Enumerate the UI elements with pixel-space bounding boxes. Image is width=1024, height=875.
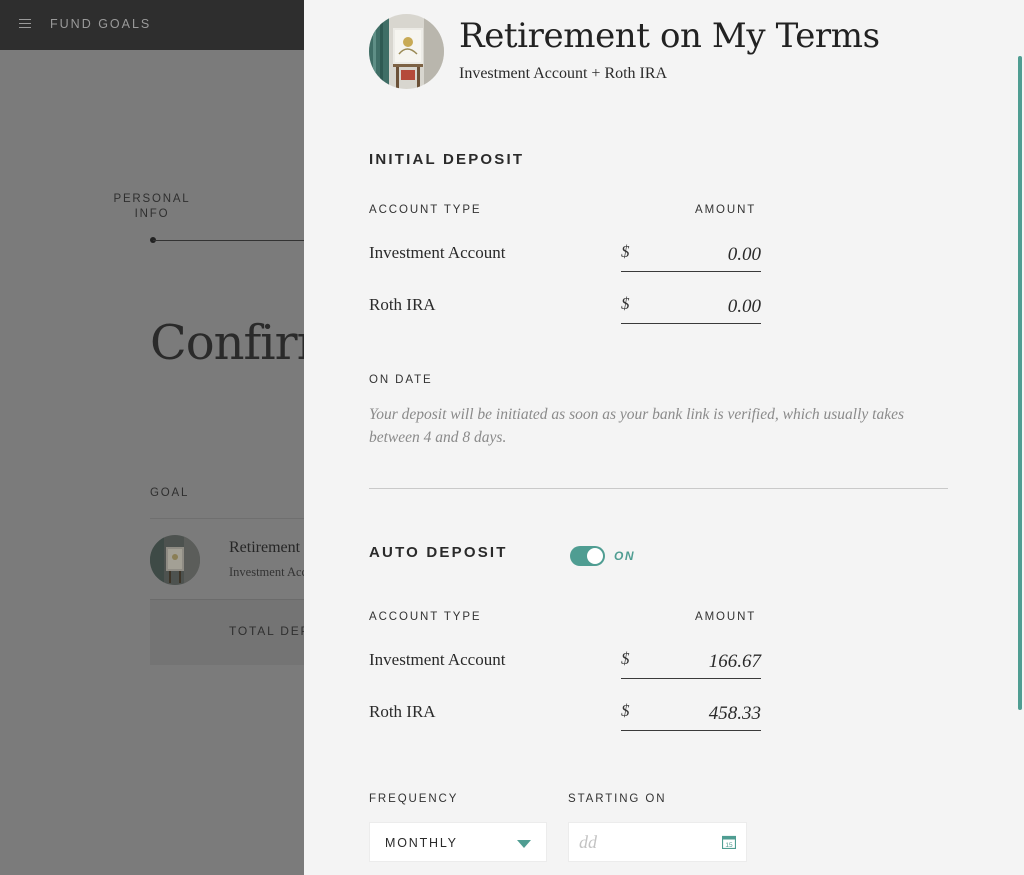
auto-roth-amount[interactable]: 458.33 bbox=[709, 703, 761, 725]
initial-amount-header: AMOUNT bbox=[695, 204, 757, 216]
top-bar: FUND GOALS bbox=[0, 0, 304, 50]
on-date-label: ON DATE bbox=[369, 374, 433, 386]
calendar-day: 15 bbox=[725, 842, 733, 849]
total-deposit-label: TOTAL DEPOSIT bbox=[229, 624, 304, 638]
app-title: FUND GOALS bbox=[50, 17, 152, 31]
panel-subtitle: Investment Account + Roth IRA bbox=[459, 65, 668, 82]
auto-investment-amount[interactable]: 166.67 bbox=[709, 651, 761, 673]
auto-investment-amount-field[interactable]: $ 166.67 bbox=[621, 643, 761, 679]
fund-goal-panel: Retirement on My Terms Investment Accoun… bbox=[304, 0, 1024, 875]
chevron-down-icon bbox=[517, 840, 531, 848]
initial-investment-amount-field[interactable]: $ 0.00 bbox=[621, 236, 761, 272]
auto-account-type-header: ACCOUNT TYPE bbox=[369, 611, 482, 623]
panel-title: Retirement on My Terms bbox=[459, 16, 880, 56]
auto-roth-label: Roth IRA bbox=[369, 702, 436, 721]
calendar-icon[interactable]: 15 bbox=[722, 835, 736, 849]
auto-amount-header: AMOUNT bbox=[695, 611, 757, 623]
goal-thumbnail bbox=[150, 535, 200, 585]
goal-subtitle: Investment Account + Roth IRA bbox=[229, 565, 304, 579]
goal-name[interactable]: Retirement on My Terms bbox=[229, 539, 304, 557]
start-date-input[interactable] bbox=[579, 832, 709, 853]
initial-roth-amount-field[interactable]: $ 0.00 bbox=[621, 288, 761, 324]
frequency-value: MONTHLY bbox=[385, 836, 458, 850]
currency-symbol: $ bbox=[621, 242, 630, 261]
currency-symbol: $ bbox=[621, 294, 630, 313]
auto-deposit-toggle-state: ON bbox=[614, 549, 635, 563]
toggle-knob bbox=[587, 548, 603, 564]
currency-symbol: $ bbox=[621, 701, 630, 720]
initial-roth-label: Roth IRA bbox=[369, 295, 436, 314]
step-progress-line bbox=[153, 240, 304, 241]
hamburger-menu-icon[interactable] bbox=[19, 19, 31, 30]
auto-roth-amount-field[interactable]: $ 458.33 bbox=[621, 695, 761, 731]
step-personal-info: PERSONAL INFO bbox=[113, 193, 191, 220]
auto-investment-label: Investment Account bbox=[369, 650, 506, 669]
initial-investment-label: Investment Account bbox=[369, 243, 506, 262]
currency-symbol: $ bbox=[621, 649, 630, 668]
background-page: PERSONAL INFO Confirm GOAL Retirement on… bbox=[0, 50, 304, 875]
auto-deposit-heading: AUTO DEPOSIT bbox=[369, 544, 508, 561]
goal-divider bbox=[150, 518, 304, 519]
frequency-label: FREQUENCY bbox=[369, 793, 459, 805]
start-date-field[interactable]: 15 bbox=[568, 822, 747, 862]
auto-deposit-toggle[interactable] bbox=[570, 546, 605, 566]
goal-column-header: GOAL bbox=[150, 487, 190, 499]
initial-deposit-heading: INITIAL DEPOSIT bbox=[369, 151, 525, 168]
page-heading: Confirm bbox=[150, 315, 304, 371]
section-divider bbox=[369, 488, 948, 489]
frequency-select[interactable]: MONTHLY bbox=[369, 822, 547, 862]
starting-on-label: STARTING ON bbox=[568, 793, 667, 805]
deposit-timing-note: Your deposit will be initiated as soon a… bbox=[369, 406, 905, 446]
initial-roth-amount[interactable]: 0.00 bbox=[728, 296, 761, 318]
total-deposit-row: TOTAL DEPOSIT bbox=[150, 599, 304, 665]
scrollbar[interactable] bbox=[1018, 56, 1022, 710]
goal-avatar bbox=[369, 14, 444, 89]
initial-account-type-header: ACCOUNT TYPE bbox=[369, 204, 482, 216]
initial-investment-amount[interactable]: 0.00 bbox=[728, 244, 761, 266]
